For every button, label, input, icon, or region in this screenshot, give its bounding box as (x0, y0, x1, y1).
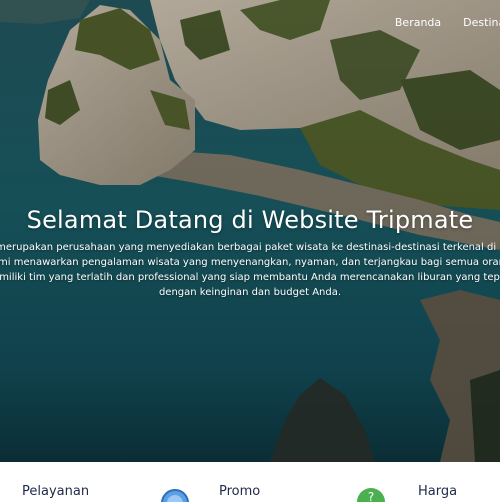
service-label-promo: Promo (219, 484, 261, 499)
services-section: Pelayanan Promo ? Harga (0, 462, 500, 502)
hero-section: Beranda Destinasi Selamat Datang di Webs… (0, 0, 500, 462)
hero-description-line: Kami menawarkan pengalaman wisata yang m… (0, 257, 500, 268)
hero-description-line: Tripmate merupakan perusahaan yang menye… (0, 242, 500, 253)
hero-description-line: dengan keinginan dan budget Anda. (158, 287, 342, 298)
svg-text:?: ? (368, 490, 374, 502)
hero-description-line: Kami memiliki tim yang terlatih dan prof… (0, 272, 500, 283)
hero-title: Selamat Datang di Website Tripmate (26, 206, 474, 234)
nav-item-beranda[interactable]: Beranda (395, 16, 441, 29)
hero-description: Tripmate merupakan perusahaan yang menye… (0, 240, 500, 300)
service-label-harga: Harga (418, 484, 458, 499)
top-nav: Beranda Destinasi (395, 16, 500, 29)
service-label-pelayanan: Pelayanan (22, 484, 90, 499)
nav-item-destinasi[interactable]: Destinasi (463, 16, 500, 29)
